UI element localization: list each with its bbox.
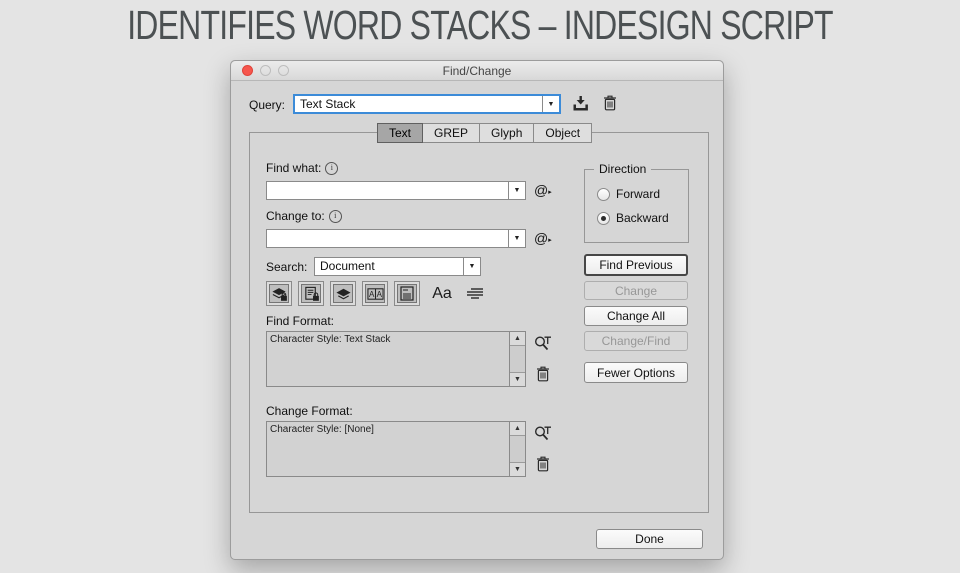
scroll-down-icon[interactable]: ▼ bbox=[510, 462, 525, 476]
change-button[interactable]: Change bbox=[584, 281, 688, 300]
query-label: Query: bbox=[249, 98, 286, 112]
find-what-input[interactable]: ▼ bbox=[266, 181, 526, 200]
at-icon: @ bbox=[534, 230, 549, 246]
special-characters-menu[interactable]: @▸ bbox=[534, 230, 552, 246]
find-format-list[interactable]: Character Style: Text Stack ▲ ▼ bbox=[266, 331, 526, 387]
scroll-down-icon[interactable]: ▼ bbox=[510, 372, 525, 386]
include-hidden-layers-button[interactable] bbox=[330, 281, 356, 306]
info-icon: i bbox=[325, 162, 339, 175]
save-query-icon bbox=[573, 96, 588, 111]
trash-icon bbox=[537, 456, 549, 472]
fewer-options-button[interactable]: Fewer Options bbox=[584, 362, 688, 383]
specify-change-attributes-button[interactable] bbox=[533, 423, 553, 445]
window-titlebar[interactable]: Find/Change bbox=[231, 61, 723, 81]
delete-query-button[interactable] bbox=[603, 95, 617, 111]
at-icon: @ bbox=[534, 182, 549, 198]
change-to-label-text: Change to: bbox=[266, 209, 325, 223]
flyout-arrow-icon: ▸ bbox=[548, 189, 552, 196]
search-scope-value: Document bbox=[320, 259, 375, 273]
tab-text[interactable]: Text bbox=[377, 123, 424, 143]
hidden-layers-icon bbox=[333, 284, 353, 303]
info-icon: i bbox=[328, 210, 342, 223]
radio-selected-icon[interactable] bbox=[597, 211, 610, 225]
chevron-down-icon[interactable]: ▼ bbox=[542, 96, 559, 112]
trash-icon bbox=[537, 366, 549, 382]
include-locked-stories-button[interactable] bbox=[298, 281, 324, 306]
whole-word-icon bbox=[467, 288, 483, 299]
tab-grep[interactable]: GREP bbox=[422, 123, 481, 143]
clear-find-attributes-button[interactable] bbox=[536, 366, 550, 382]
magnifier-text-icon bbox=[534, 426, 551, 441]
page-title: IDENTIFIES WORD STACKS – INDESIGN SCRIPT bbox=[127, 2, 833, 48]
change-all-button[interactable]: Change All bbox=[584, 306, 688, 326]
chevron-down-icon[interactable]: ▼ bbox=[508, 182, 525, 199]
find-what-label-text: Find what: bbox=[266, 161, 322, 175]
footnotes-icon bbox=[397, 284, 417, 303]
search-scope-dropdown[interactable]: Document ▼ bbox=[314, 257, 481, 276]
find-previous-button[interactable]: Find Previous bbox=[584, 254, 688, 276]
save-query-button[interactable] bbox=[570, 95, 591, 113]
clear-change-attributes-button[interactable] bbox=[536, 456, 550, 472]
magnifier-text-icon bbox=[534, 336, 551, 351]
change-to-value bbox=[267, 230, 508, 247]
locked-story-icon bbox=[301, 284, 321, 303]
query-value: Text Stack bbox=[300, 97, 356, 111]
radio-backward-label: Backward bbox=[616, 211, 669, 225]
chevron-down-icon[interactable]: ▼ bbox=[508, 230, 525, 247]
change-find-button[interactable]: Change/Find bbox=[584, 331, 688, 351]
radio-forward[interactable]: Forward bbox=[597, 187, 660, 201]
find-change-dialog: Find/Change Query: Text Stack ▼ Text GRE… bbox=[230, 60, 724, 560]
flyout-arrow-icon: ▸ bbox=[548, 237, 552, 244]
scrollbar[interactable]: ▲ ▼ bbox=[509, 422, 525, 476]
change-format-label: Change Format: bbox=[266, 404, 353, 418]
tab-object[interactable]: Object bbox=[533, 123, 593, 143]
radio-backward[interactable]: Backward bbox=[597, 211, 669, 225]
tab-glyph[interactable]: Glyph bbox=[479, 123, 535, 143]
change-format-value: Character Style: [None] bbox=[270, 424, 374, 435]
find-format-label: Find Format: bbox=[266, 314, 335, 328]
find-what-value bbox=[267, 182, 508, 199]
search-label: Search: bbox=[266, 260, 308, 274]
master-pages-icon: A A bbox=[365, 284, 385, 303]
locked-layers-icon bbox=[269, 284, 289, 303]
include-master-pages-button[interactable]: A A bbox=[362, 281, 388, 306]
find-what-label: Find what: i bbox=[266, 161, 339, 175]
scroll-up-icon[interactable]: ▲ bbox=[510, 332, 525, 346]
direction-legend: Direction bbox=[594, 162, 652, 176]
scroll-up-icon[interactable]: ▲ bbox=[510, 422, 525, 436]
chevron-down-icon[interactable]: ▼ bbox=[463, 258, 480, 275]
change-to-input[interactable]: ▼ bbox=[266, 229, 526, 248]
case-sensitive-button[interactable]: Aa bbox=[428, 283, 456, 305]
svg-text:A: A bbox=[376, 289, 382, 298]
scrollbar[interactable]: ▲ ▼ bbox=[509, 332, 525, 386]
radio-icon[interactable] bbox=[597, 187, 610, 201]
special-characters-menu[interactable]: @▸ bbox=[534, 182, 552, 198]
tab-bar: Text GREP Glyph Object bbox=[377, 123, 593, 143]
svg-text:A: A bbox=[369, 289, 375, 298]
query-dropdown[interactable]: Text Stack ▼ bbox=[293, 94, 561, 114]
trash-icon bbox=[604, 95, 616, 111]
include-footnotes-button[interactable] bbox=[394, 281, 420, 306]
change-to-label: Change to: i bbox=[266, 209, 342, 223]
change-format-list[interactable]: Character Style: [None] ▲ ▼ bbox=[266, 421, 526, 477]
include-locked-layers-button[interactable] bbox=[266, 281, 292, 306]
whole-word-button[interactable] bbox=[462, 283, 488, 305]
direction-groupbox: Direction Forward Backward bbox=[584, 162, 689, 243]
window-title: Find/Change bbox=[442, 64, 512, 78]
find-format-value: Character Style: Text Stack bbox=[270, 334, 391, 345]
case-sensitive-icon: Aa bbox=[432, 285, 452, 302]
radio-forward-label: Forward bbox=[616, 187, 661, 201]
done-button[interactable]: Done bbox=[596, 529, 703, 549]
specify-find-attributes-button[interactable] bbox=[533, 333, 553, 355]
